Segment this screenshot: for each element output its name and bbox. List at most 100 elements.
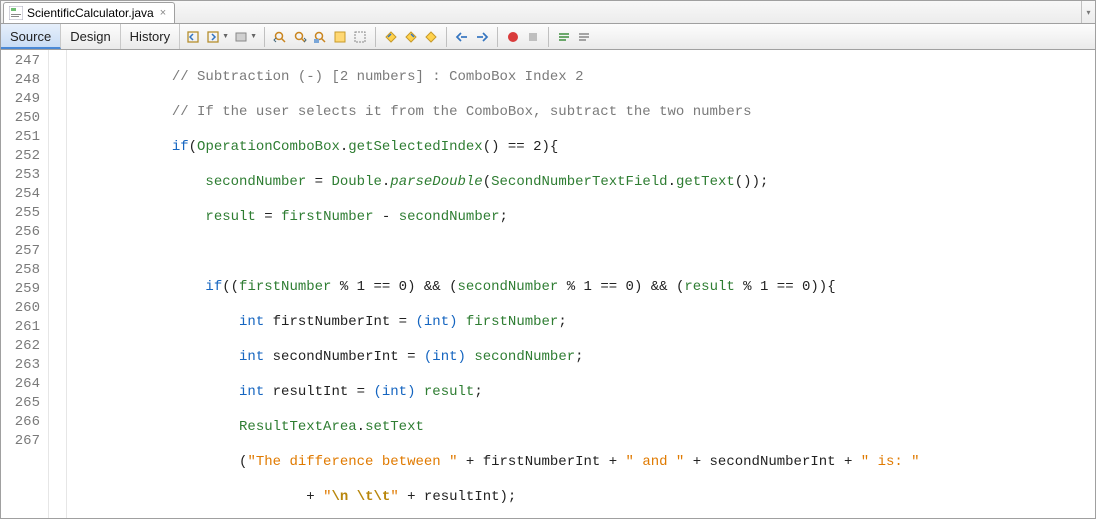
line-number: 258 <box>1 261 48 280</box>
dropdown-icon[interactable]: ▼ <box>250 33 257 40</box>
line-number: 260 <box>1 299 48 318</box>
txt: ; <box>474 384 482 400</box>
editor-toolbar: Source Design History ▼ ▼ <box>1 24 1095 50</box>
method: getText <box>676 174 735 190</box>
txt: + secondNumberInt + <box>684 454 860 470</box>
nav-forward-icon[interactable] <box>204 28 222 46</box>
ident: firstNumber <box>281 209 373 225</box>
ident: firstNumber <box>466 314 558 330</box>
kw: (int) <box>373 384 415 400</box>
line-number: 249 <box>1 90 48 109</box>
toggle-rect-select-icon[interactable] <box>351 28 369 46</box>
macro-play-icon[interactable] <box>524 28 542 46</box>
line-number: 247 <box>1 52 48 71</box>
toolbar-separator <box>497 27 498 47</box>
code-comment: // If the user selects it from the Combo… <box>172 104 752 120</box>
method: parseDouble <box>390 174 482 190</box>
line-number: 257 <box>1 242 48 261</box>
txt: + firstNumberInt + <box>457 454 625 470</box>
line-number: 265 <box>1 394 48 413</box>
txt: + resultInt); <box>399 489 517 505</box>
prev-bookmark-icon[interactable] <box>382 28 400 46</box>
line-number: 263 <box>1 356 48 375</box>
comment-icon[interactable] <box>555 28 573 46</box>
str: " <box>390 489 398 505</box>
ident: firstNumber <box>239 279 331 295</box>
toolbar-separator <box>446 27 447 47</box>
txt: % 1 == 0) && ( <box>558 279 684 295</box>
tab-design[interactable]: Design <box>61 24 120 49</box>
fold-strip[interactable] <box>49 50 67 518</box>
txt: % 1 == 0) && ( <box>331 279 457 295</box>
txt: = <box>256 209 281 225</box>
line-number: 248 <box>1 71 48 90</box>
ident: secondNumber <box>458 279 559 295</box>
code-editor[interactable]: // Subtraction (-) [2 numbers] : ComboBo… <box>67 50 1095 518</box>
kw: (int) <box>424 349 466 365</box>
ident: Double <box>331 174 381 190</box>
kw: (int) <box>415 314 457 330</box>
ident: secondNumber <box>399 209 500 225</box>
shift-right-icon[interactable] <box>473 28 491 46</box>
txt: + <box>306 489 323 505</box>
str: "The difference between " <box>247 454 457 470</box>
macro-record-icon[interactable] <box>504 28 522 46</box>
file-tab-active[interactable]: ScientificCalculator.java × <box>3 2 175 23</box>
ident: result <box>424 384 474 400</box>
esc: \t <box>357 489 374 505</box>
toolbar-separator <box>264 27 265 47</box>
close-icon[interactable]: × <box>158 7 168 19</box>
nav-back-icon[interactable] <box>184 28 202 46</box>
line-number: 252 <box>1 147 48 166</box>
kw: int <box>239 384 264 400</box>
kw: int <box>239 349 264 365</box>
line-number: 267 <box>1 432 48 451</box>
esc: \t <box>374 489 391 505</box>
tab-history[interactable]: History <box>121 24 180 49</box>
tab-overflow-handle[interactable]: ▾ <box>1081 1 1095 23</box>
txt: - <box>373 209 398 225</box>
line-number: 251 <box>1 128 48 147</box>
line-number-gutter[interactable]: 247 248 249 250 251 252 253 254 255 256 … <box>1 50 49 518</box>
next-bookmark-icon[interactable] <box>402 28 420 46</box>
txt: firstNumberInt = <box>264 314 415 330</box>
txt: ; <box>575 349 583 365</box>
editor-area: 247 248 249 250 251 252 253 254 255 256 … <box>1 50 1095 518</box>
find-selection-icon[interactable] <box>311 28 329 46</box>
line-number: 262 <box>1 337 48 356</box>
ident: result <box>205 209 255 225</box>
toolbar-separator <box>375 27 376 47</box>
tab-source[interactable]: Source <box>1 24 61 49</box>
txt: ; <box>500 209 508 225</box>
ident: secondNumber <box>474 349 575 365</box>
ident: result <box>684 279 734 295</box>
ident: SecondNumberTextField <box>491 174 667 190</box>
ident: secondNumber <box>205 174 306 190</box>
method: getSelectedIndex <box>348 139 482 155</box>
str: " and " <box>626 454 685 470</box>
kw: if <box>172 139 189 155</box>
line-number: 266 <box>1 413 48 432</box>
toggle-highlight-icon[interactable] <box>331 28 349 46</box>
dropdown-icon[interactable]: ▼ <box>222 33 229 40</box>
ident: ResultTextArea <box>239 419 357 435</box>
select-block-icon[interactable] <box>232 28 250 46</box>
shift-left-icon[interactable] <box>453 28 471 46</box>
line-number: 255 <box>1 204 48 223</box>
toolbar-separator <box>548 27 549 47</box>
ide-window: ScientificCalculator.java × ▾ Source Des… <box>0 0 1096 519</box>
code-comment: // Subtraction (-) [2 numbers] : ComboBo… <box>172 69 584 85</box>
toolbar-button-group: ▼ ▼ <box>180 27 593 47</box>
esc: \n <box>331 489 356 505</box>
uncomment-icon[interactable] <box>575 28 593 46</box>
find-prev-icon[interactable] <box>271 28 289 46</box>
kw: int <box>239 314 264 330</box>
txt: = <box>306 174 331 190</box>
toggle-bookmark-icon[interactable] <box>422 28 440 46</box>
java-file-icon <box>8 6 23 21</box>
line-number: 264 <box>1 375 48 394</box>
file-tab-label: ScientificCalculator.java <box>27 6 154 20</box>
line-number: 261 <box>1 318 48 337</box>
find-next-icon[interactable] <box>291 28 309 46</box>
txt: ; <box>558 314 566 330</box>
